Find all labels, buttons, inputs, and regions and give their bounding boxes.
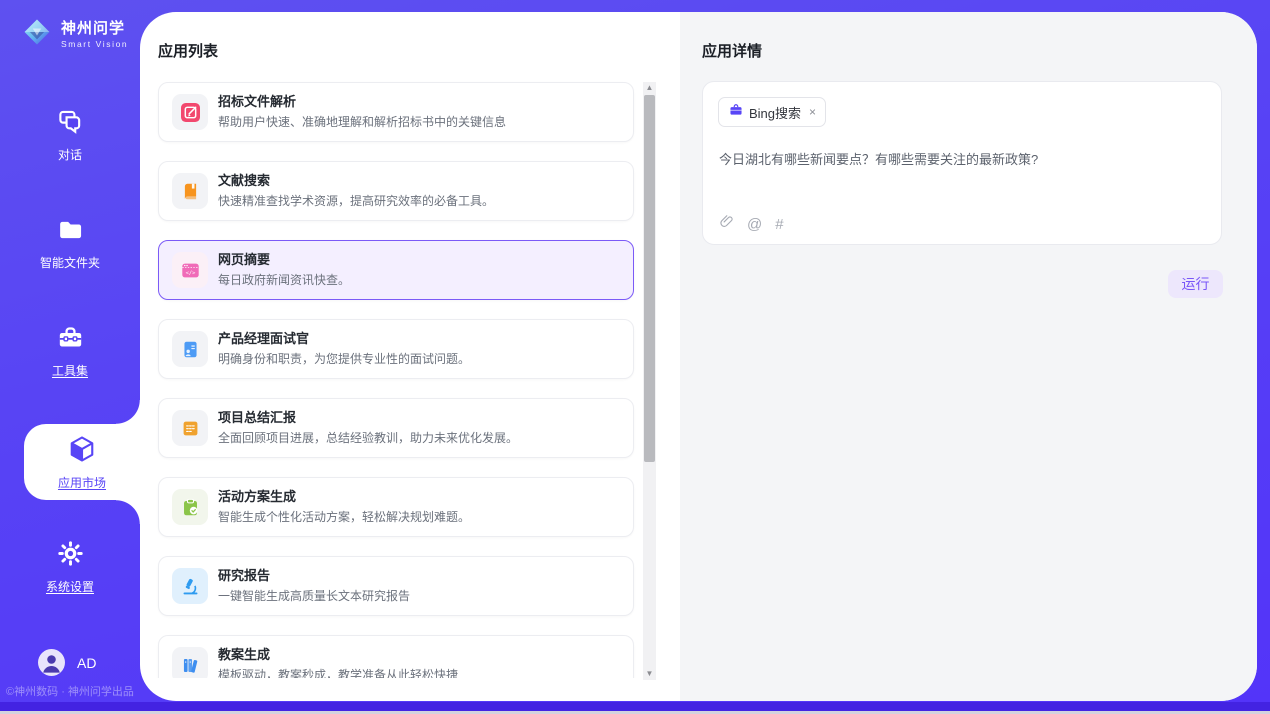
app-card[interactable]: 文献搜索 快速精准查找学术资源，提高研究效率的必备工具。 [158,161,634,221]
brand-name: 神州问学 [61,21,128,36]
run-button[interactable]: 运行 [1168,270,1223,298]
app-window: 神州问学 Smart Vision 对话 智能文件夹 [0,0,1270,714]
app-card-title: 网页摘要 [218,251,350,270]
app-card-desc: 快速精准查找学术资源，提高研究效率的必备工具。 [218,193,494,210]
main-panel: 应用列表 招标文件解析 帮助用户快速、准确地理解和解析招标书中的关键信息 文献搜… [140,12,1257,701]
sidebar-item-label: 智能文件夹 [40,254,100,271]
microscope-icon [172,568,208,604]
sidebar-item-settings[interactable]: 系统设置 [0,540,140,595]
composer-toolbar: @ # [719,213,784,235]
app-card-title: 招标文件解析 [218,93,506,112]
app-card[interactable]: </> 网页摘要 每日政府新闻资讯快查。 [158,240,634,300]
scrollbar[interactable]: ▲ ▼ [643,82,656,680]
app-card-desc: 明确身份和职责，为您提供专业性的面试问题。 [218,351,470,368]
brand-logo: 神州问学 Smart Vision [20,15,128,54]
app-card[interactable]: 项目总结汇报 全面回顾项目进展，总结经验教训，助力未来优化发展。 [158,398,634,458]
mention-icon[interactable]: @ [747,217,762,232]
app-card[interactable]: 招标文件解析 帮助用户快速、准确地理解和解析招标书中的关键信息 [158,82,634,142]
app-card-desc: 智能生成个性化活动方案，轻松解决规划难题。 [218,509,470,526]
paperclip-icon[interactable] [719,213,734,235]
sidebar-item-label: 系统设置 [46,578,94,595]
user-avatar-icon [38,649,65,676]
app-card[interactable]: 研究报告 一键智能生成高质量长文本研究报告 [158,556,634,616]
scroll-up-icon[interactable]: ▲ [643,82,656,94]
brand-subtitle: Smart Vision [61,40,128,49]
app-card[interactable]: 教案生成 模板驱动，教案秒成，教学准备从此轻松快捷 [158,635,634,678]
sidebar-item-label: 工具集 [52,362,88,379]
app-card-desc: 帮助用户快速、准确地理解和解析招标书中的关键信息 [218,114,506,131]
briefcase-icon [729,103,743,122]
user-initials: AD [77,655,96,671]
app-card-title: 教案生成 [218,646,458,665]
scroll-down-icon[interactable]: ▼ [643,668,656,680]
app-card[interactable]: 活动方案生成 智能生成个性化活动方案，轻松解决规划难题。 [158,477,634,537]
sidebar: 神州问学 Smart Vision 对话 智能文件夹 [0,0,140,714]
chip-close-icon[interactable]: × [809,105,816,119]
chat-icon [57,108,84,140]
gear-icon [57,540,84,572]
app-card-title: 产品经理面试官 [218,330,470,349]
toolbox-icon [57,324,84,356]
app-card[interactable]: 产品经理面试官 明确身份和职责，为您提供专业性的面试问题。 [158,319,634,379]
hash-icon[interactable]: # [775,217,783,232]
sidebar-item-label: 对话 [58,146,82,163]
cube-icon [67,434,97,469]
app-card-title: 研究报告 [218,567,410,586]
app-card-title: 文献搜索 [218,172,494,191]
app-card-title: 活动方案生成 [218,488,470,507]
scrollbar-thumb[interactable] [644,95,655,462]
app-list: 招标文件解析 帮助用户快速、准确地理解和解析招标书中的关键信息 文献搜索 快速精… [140,12,680,678]
tool-chip-label: Bing搜索 [749,103,801,122]
app-card-desc: 模板驱动，教案秒成，教学准备从此轻松快捷 [218,667,458,678]
clipboard-check-icon [172,489,208,525]
query-text: 今日湖北有哪些新闻要点？有哪些需要关注的最新政策? [719,150,1205,170]
app-card-desc: 全面回顾项目进展，总结经验教训，助力未来优化发展。 [218,430,518,447]
app-detail-panel: 应用详情 Bing搜索 × 今日湖北有哪些新闻要点？有哪些需要关注的最新政策? [680,12,1257,701]
bottom-bar [0,702,1270,711]
sidebar-item-label: 应用市场 [58,474,106,491]
sidebar-footer: ©神州数码 · 神州问学出品 [0,683,140,699]
browser-code-icon: </> [172,252,208,288]
app-card-desc: 每日政府新闻资讯快查。 [218,272,350,289]
notepad-icon [172,410,208,446]
folder-icon [57,216,84,248]
books-icon [172,647,208,678]
user-account[interactable]: AD [38,649,96,676]
app-detail-title: 应用详情 [702,40,762,61]
sidebar-item-toolset[interactable]: 工具集 [0,324,140,379]
brand-diamond-icon [20,15,54,54]
sidebar-item-app-market[interactable]: 应用市场 [24,424,140,500]
tool-chip-bing-search[interactable]: Bing搜索 × [718,97,826,127]
app-card-title: 项目总结汇报 [218,409,518,428]
app-card-desc: 一键智能生成高质量长文本研究报告 [218,588,410,605]
svg-text:</>: </> [185,270,195,276]
sidebar-item-smart-folder[interactable]: 智能文件夹 [0,216,140,271]
composer-card[interactable]: Bing搜索 × 今日湖北有哪些新闻要点？有哪些需要关注的最新政策? @ # [702,81,1222,245]
sidebar-item-chat[interactable]: 对话 [0,108,140,163]
book-icon [172,173,208,209]
resume-icon [172,331,208,367]
edit-document-icon [172,94,208,130]
